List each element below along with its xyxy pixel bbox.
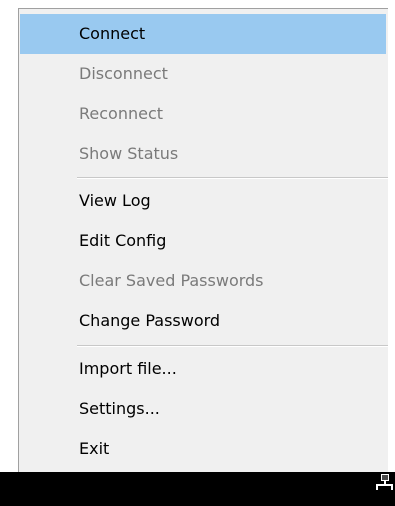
- context-menu: Connect Disconnect Reconnect Show Status…: [18, 8, 395, 472]
- taskbar: [0, 472, 395, 506]
- menu-separator: [77, 177, 395, 179]
- menu-item-view-log[interactable]: View Log: [20, 181, 386, 221]
- menu-item-settings[interactable]: Settings...: [20, 389, 386, 429]
- menu-item-import-file[interactable]: Import file...: [20, 349, 386, 389]
- network-icon[interactable]: [372, 472, 395, 492]
- menu-item-change-password[interactable]: Change Password: [20, 301, 386, 341]
- menu-item-clear-saved-passwords: Clear Saved Passwords: [79, 271, 264, 290]
- menu-item-edit-config[interactable]: Edit Config: [20, 221, 386, 261]
- menu-item-connect[interactable]: Connect: [20, 14, 386, 54]
- menu-edge: [388, 8, 395, 472]
- menu-item-disconnect: Disconnect: [79, 64, 168, 83]
- menu-item-show-status: Show Status: [79, 144, 179, 163]
- menu-item-reconnect: Reconnect: [79, 104, 164, 123]
- menu-item-exit[interactable]: Exit: [20, 429, 386, 469]
- menu-separator: [77, 345, 395, 347]
